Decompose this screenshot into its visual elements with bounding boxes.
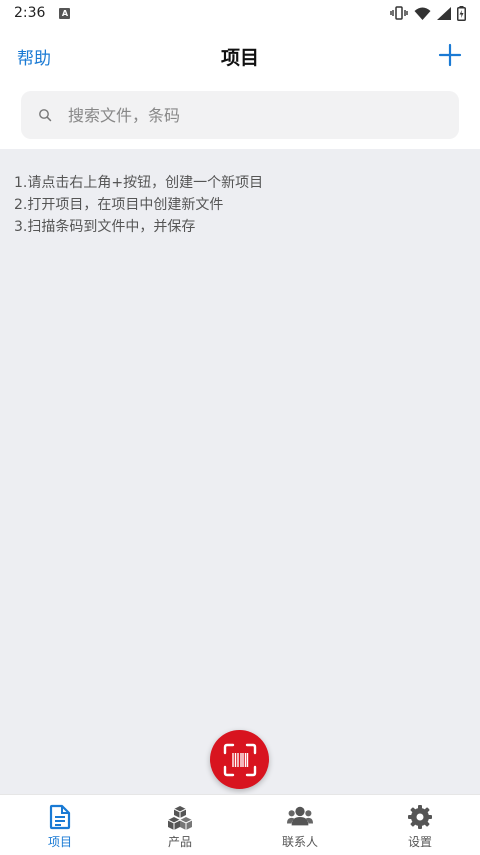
nav-label: 项目: [47, 835, 72, 849]
battery-icon: [457, 5, 466, 21]
instruction-line: 1.请点击右上角+按钮，创建一个新项目: [14, 175, 264, 191]
search-bar[interactable]: [21, 91, 459, 139]
notification-icon: A: [59, 7, 71, 19]
vibrate-icon: [390, 6, 408, 20]
instruction-line: 3.扫描条码到文件中，并保存: [14, 219, 196, 235]
nav-item-contacts[interactable]: 联系人: [240, 795, 360, 855]
instruction-line: 2.打开项目，在项目中创建新文件: [14, 197, 224, 213]
boxes-icon: [167, 806, 193, 830]
app-header: 帮助 项目: [0, 26, 480, 86]
nav-item-projects[interactable]: 项目: [0, 795, 120, 855]
gear-icon: [408, 805, 432, 829]
scan-button[interactable]: [210, 730, 269, 789]
signal-icon: [437, 6, 451, 20]
nav-label: 联系人: [281, 835, 318, 849]
page-title: 项目: [220, 46, 259, 69]
plus-icon[interactable]: [438, 43, 462, 67]
help-button[interactable]: 帮助: [17, 44, 51, 69]
people-icon: [287, 806, 313, 826]
wifi-icon: [414, 7, 431, 20]
project-list-area: 1.请点击右上角+按钮，创建一个新项目 2.打开项目，在项目中创建新文件 3.扫…: [0, 149, 480, 794]
nav-label: 设置: [407, 835, 432, 849]
document-icon: [49, 804, 71, 830]
nav-label: 产品: [167, 835, 192, 849]
bottom-nav: 项目 产品 联系人 设置: [0, 794, 480, 855]
status-icons: [390, 5, 466, 21]
search-icon: [39, 109, 52, 122]
nav-item-settings[interactable]: 设置: [360, 795, 480, 855]
barcode-scan-icon: [223, 743, 256, 776]
nav-item-products[interactable]: 产品: [120, 795, 240, 855]
status-bar: 2:36 A: [0, 0, 480, 26]
status-time: 2:36: [14, 5, 46, 21]
search-input[interactable]: [68, 105, 408, 125]
